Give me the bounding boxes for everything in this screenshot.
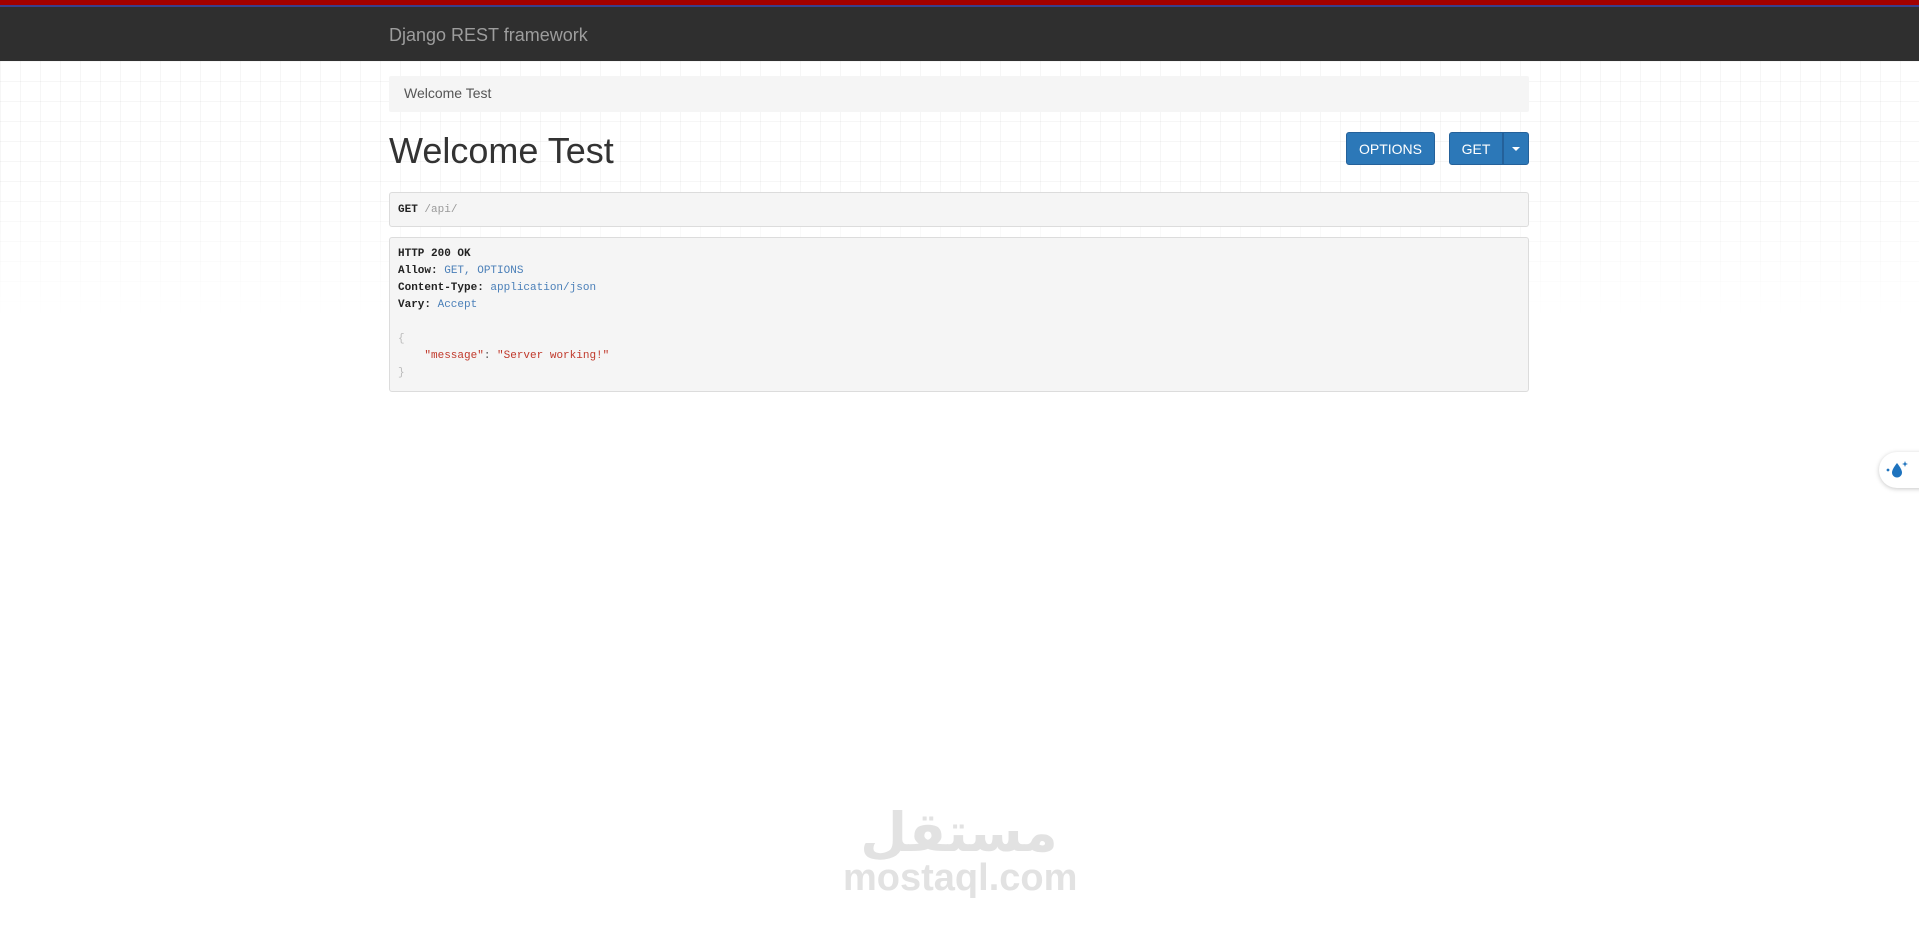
header-key: Content-Type [398,282,478,294]
response-info: HTTP 200 OK Allow: GET, OPTIONS Content-… [389,237,1529,392]
water-drop-sparkle-icon [1886,461,1908,478]
navbar: Django REST framework [0,0,1919,61]
request-info: GET /api/ [389,192,1529,227]
header-key: Vary [398,299,425,311]
request-path: /api/ [424,204,458,216]
page-title: Welcome Test [389,130,614,171]
breadcrumb-item-current[interactable]: Welcome Test [404,85,491,101]
get-button[interactable]: GET [1449,132,1503,165]
json-open: { [398,331,1520,348]
page-header: Welcome Test OPTIONS GET [389,128,1529,178]
json-open-brace: { [398,333,405,345]
response-header-vary: Vary: Accept [398,299,478,311]
json-entry: "message": "Server working!" [398,348,1520,365]
json-close: } [398,365,1520,382]
navbar-stripe [0,0,1919,5]
brand-link[interactable]: Django REST framework [389,25,588,46]
mostaql-watermark: مستقل mostaql.com [843,802,1078,916]
header-value[interactable]: GET, OPTIONS [444,265,523,277]
json-close-brace: } [398,367,405,379]
header-value[interactable]: application/json [490,282,596,294]
json-colon: : [483,350,498,362]
request-method: GET [398,204,418,216]
get-format-dropdown-button[interactable] [1503,132,1529,165]
json-key: "message" [424,350,484,362]
json-value: "Server working!" [497,350,610,362]
breadcrumb: Welcome Test [389,76,1529,112]
response-status: HTTP 200 OK [398,248,471,260]
response-header-content-type: Content-Type: application/json [398,282,597,294]
header-value[interactable]: Accept [438,299,478,311]
side-widget-button[interactable] [1879,452,1919,488]
response-header-allow: Allow: GET, OPTIONS [398,265,524,277]
response-blank-line [398,314,1520,331]
response-status-line: HTTP 200 OK [398,246,1520,263]
watermark-latin: mostaql.com [843,857,1078,899]
watermark-arabic: مستقل [860,803,1058,863]
caret-down-icon [1512,146,1520,151]
options-button[interactable]: OPTIONS [1346,132,1435,165]
header-key: Allow [398,265,432,277]
